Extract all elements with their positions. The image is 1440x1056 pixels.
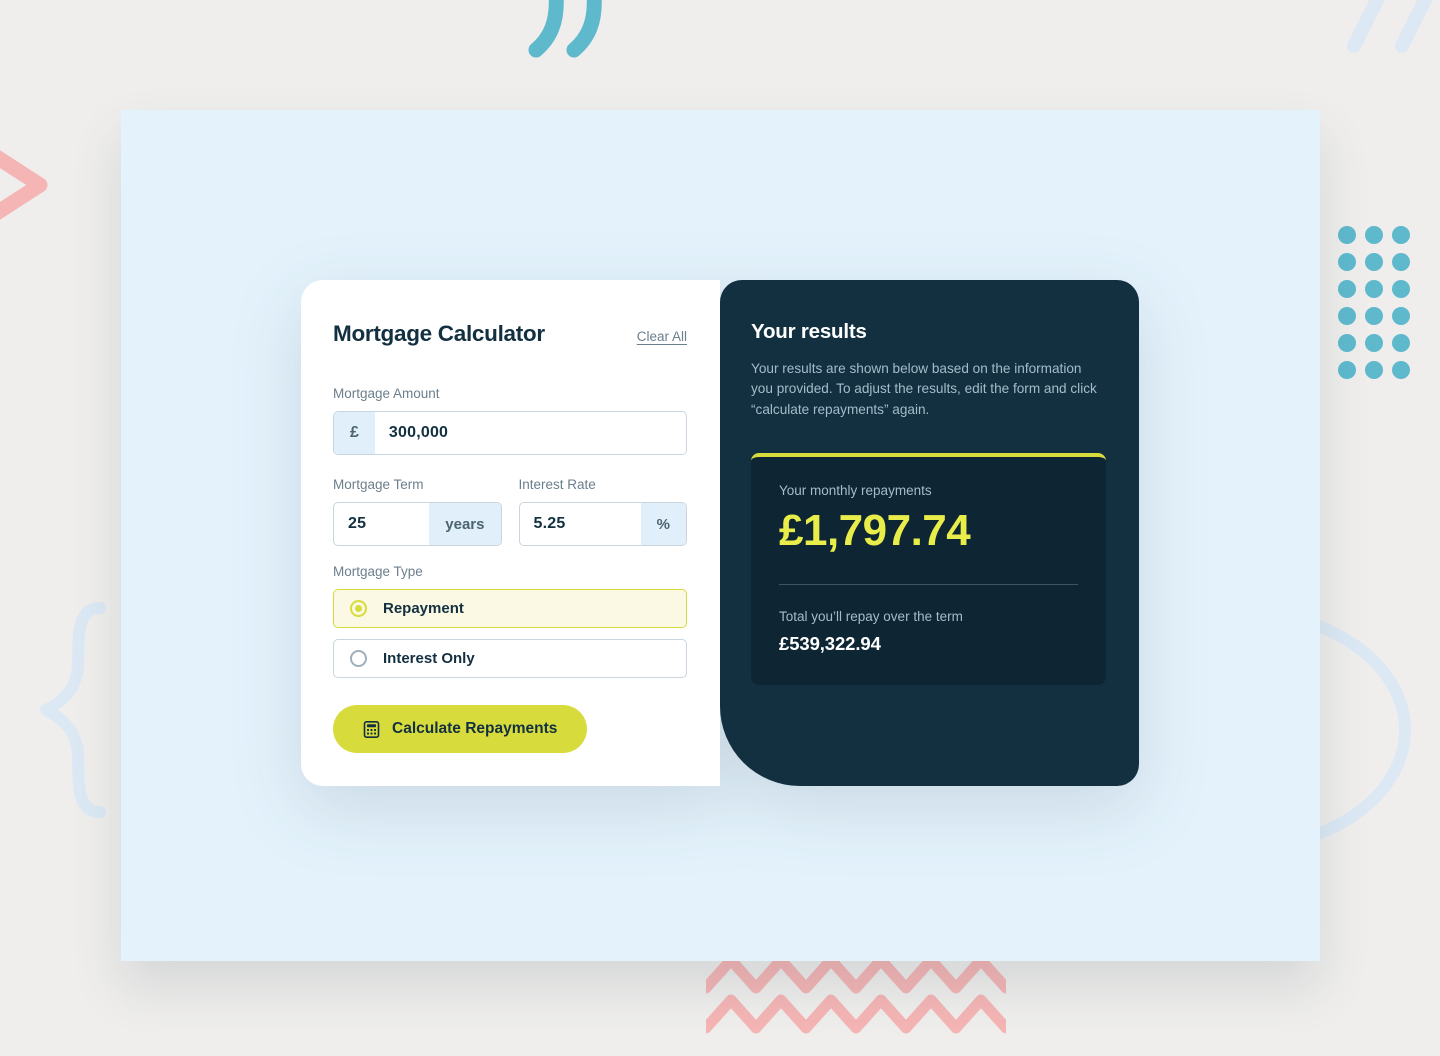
form-header: Mortgage Calculator Clear All bbox=[333, 321, 687, 347]
dot-grid-icon bbox=[1338, 226, 1410, 379]
monthly-repayment-value: £1,797.74 bbox=[779, 505, 971, 555]
interest-rate-value[interactable]: 5.25 bbox=[520, 503, 641, 545]
calculate-repayments-label: Calculate Repayments bbox=[392, 720, 558, 737]
total-repayment-caption: Total you’ll repay over the term bbox=[779, 609, 963, 625]
mortgage-amount-label: Mortgage Amount bbox=[333, 386, 440, 401]
curly-brace-icon bbox=[40, 602, 106, 818]
radio-icon bbox=[350, 650, 367, 667]
currency-prefix: £ bbox=[334, 412, 375, 454]
results-pane: Your results Your results are shown belo… bbox=[720, 280, 1139, 786]
mortgage-term-input[interactable]: 25 years bbox=[333, 502, 502, 546]
slash-lines-icon bbox=[1347, 0, 1433, 53]
results-title: Your results bbox=[751, 320, 867, 343]
mortgage-amount-field: Mortgage Amount £ 300,000 bbox=[333, 386, 687, 455]
mortgage-amount-value[interactable]: 300,000 bbox=[375, 412, 686, 454]
clear-all-button[interactable]: Clear All bbox=[637, 329, 687, 344]
mortgage-type-label: Mortgage Type bbox=[333, 564, 423, 579]
mortgage-term-label: Mortgage Term bbox=[333, 477, 424, 492]
zigzag-lines-icon bbox=[706, 958, 1006, 1034]
results-summary-box: Your monthly repayments £1,797.74 Total … bbox=[751, 452, 1106, 686]
mortgage-type-option-label: Repayment bbox=[383, 600, 464, 617]
term-unit-suffix: years bbox=[429, 503, 501, 545]
mortgage-type-option-interest-only[interactable]: Interest Only bbox=[333, 639, 687, 678]
term-rate-row: Mortgage Term 25 years Interest Rate 5.2… bbox=[333, 477, 687, 564]
calculator-form-pane: Mortgage Calculator Clear All Mortgage A… bbox=[301, 280, 720, 786]
calculate-repayments-button[interactable]: Calculate Repayments bbox=[333, 705, 588, 753]
mortgage-type-field: Mortgage Type Repayment Interest Only bbox=[333, 564, 687, 678]
results-description: Your results are shown below based on th… bbox=[751, 361, 1097, 417]
interest-rate-field: Interest Rate 5.25 % bbox=[518, 477, 687, 546]
mortgage-amount-input[interactable]: £ 300,000 bbox=[333, 411, 687, 455]
interest-rate-input[interactable]: 5.25 % bbox=[518, 502, 687, 546]
results-divider bbox=[779, 584, 1078, 586]
mortgage-calculator-widget: Mortgage Calculator Clear All Mortgage A… bbox=[301, 280, 1139, 786]
mortgage-type-option-repayment[interactable]: Repayment bbox=[333, 589, 687, 628]
right-chevron-icon bbox=[0, 150, 48, 220]
mortgage-type-option-label: Interest Only bbox=[383, 650, 475, 667]
radio-icon bbox=[350, 600, 367, 617]
quote-mark-icon bbox=[528, 0, 602, 58]
total-repayment-value: £539,322.94 bbox=[779, 633, 881, 655]
rate-unit-suffix: % bbox=[640, 503, 686, 545]
mortgage-term-field: Mortgage Term 25 years bbox=[333, 477, 502, 546]
mortgage-term-value[interactable]: 25 bbox=[334, 503, 429, 545]
interest-rate-label: Interest Rate bbox=[518, 477, 596, 492]
monthly-repayment-caption: Your monthly repayments bbox=[779, 482, 932, 498]
page-title: Mortgage Calculator bbox=[333, 321, 545, 346]
calculator-icon bbox=[363, 720, 380, 738]
